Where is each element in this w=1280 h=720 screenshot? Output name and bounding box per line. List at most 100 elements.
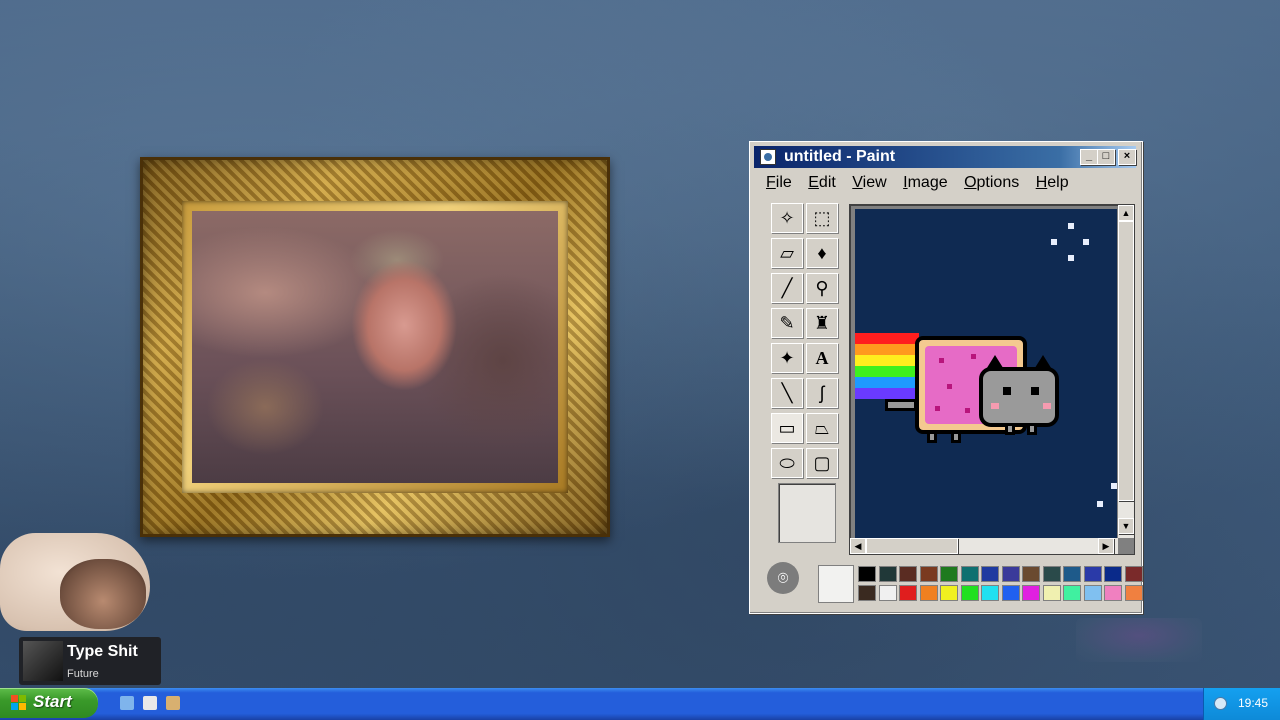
current-colors[interactable] [818, 565, 854, 603]
quick-launch-ie-icon[interactable] [120, 696, 134, 710]
rainbow-yellow [855, 355, 919, 366]
horizontal-scroll-thumb[interactable] [866, 538, 958, 554]
palette-swatch[interactable] [960, 585, 979, 601]
polygon-icon[interactable]: ⏢ [806, 413, 838, 443]
start-button[interactable]: Start [0, 688, 98, 718]
menu-edit[interactable]: Edit [808, 174, 836, 192]
palette-swatch[interactable] [960, 566, 979, 582]
menu-options[interactable]: Options [964, 174, 1019, 192]
palette-swatch[interactable] [981, 566, 999, 582]
star-pixel [1111, 483, 1117, 489]
palette-swatch[interactable] [1001, 585, 1020, 601]
cat-cheek [991, 403, 999, 409]
song-artist: Future [67, 668, 99, 680]
maximize-button[interactable]: □ [1097, 149, 1115, 165]
eraser-icon[interactable]: ▱ [771, 238, 803, 268]
close-button[interactable]: × [1118, 149, 1136, 165]
scroll-left-icon[interactable]: ◀ [850, 538, 866, 554]
drawing-canvas[interactable] [855, 209, 1117, 540]
palette-swatch[interactable] [1022, 585, 1040, 601]
rainbow-purple [855, 388, 919, 399]
palette-swatch[interactable] [1104, 566, 1122, 582]
magnifier-icon[interactable]: ⚲ [806, 273, 838, 303]
menu-view[interactable]: View [852, 174, 886, 192]
palette-swatch[interactable] [858, 566, 876, 582]
curve-icon[interactable]: ʃ [806, 378, 838, 408]
palette-swatch[interactable] [919, 585, 938, 601]
cat-eye [1031, 387, 1039, 395]
palette-swatch[interactable] [1042, 566, 1061, 582]
rainbow-green [855, 366, 919, 377]
start-label: Start [33, 692, 72, 711]
star-pixel [1083, 239, 1089, 245]
rainbow-red [855, 333, 919, 344]
blurred-sprite [1076, 618, 1202, 662]
paint-app-icon[interactable] [760, 149, 776, 165]
menu-bar: File Edit View Image Options Help [754, 174, 1136, 196]
palette-swatch[interactable] [1001, 566, 1020, 582]
palette-swatch[interactable] [1063, 566, 1081, 582]
quick-launch-media-icon[interactable] [166, 696, 180, 710]
palette-swatch[interactable] [899, 566, 917, 582]
sprinkle [971, 354, 976, 359]
screenshot-lens-icon[interactable]: ⌾ [767, 562, 799, 594]
horizontal-scrollbar[interactable]: ◀ ▶ [850, 538, 1118, 554]
rect-select-icon[interactable]: ⬚ [806, 203, 838, 233]
ellipse-icon[interactable]: ⬭ [771, 448, 803, 478]
now-playing-widget: Type Shit Future [19, 637, 161, 685]
song-title: Type Shit [67, 643, 138, 660]
palette-swatch[interactable] [1042, 585, 1061, 601]
menu-file[interactable]: File [766, 174, 792, 192]
free-select-icon[interactable]: ✧ [771, 203, 803, 233]
line-icon[interactable]: ╲ [771, 378, 803, 408]
sprinkle [935, 406, 940, 411]
palette-swatch[interactable] [878, 585, 897, 601]
tool-options-box[interactable] [778, 483, 836, 543]
paint-window: untitled - Paint _ □ × File Edit View Im… [749, 141, 1143, 614]
color-palette: ⌾ [767, 560, 1143, 608]
palette-swatch[interactable] [1124, 585, 1143, 601]
window-title: untitled - Paint [784, 148, 896, 165]
pencil-icon[interactable]: ✎ [771, 308, 803, 338]
menu-image[interactable]: Image [903, 174, 947, 192]
quick-launch-desktop-icon[interactable] [143, 696, 157, 710]
color-picker-icon[interactable]: ╱ [771, 273, 803, 303]
fill-bucket-icon[interactable]: ♦ [806, 238, 838, 268]
palette-swatch[interactable] [1022, 566, 1040, 582]
scroll-up-icon[interactable]: ▲ [1118, 205, 1134, 221]
star-pixel [1068, 223, 1074, 229]
palette-swatch[interactable] [899, 585, 917, 601]
airbrush-icon[interactable]: ✦ [771, 343, 803, 373]
palette-swatch[interactable] [878, 566, 897, 582]
canvas-area: ▲ ▼ ◀ ▶ [849, 204, 1135, 555]
minimize-button[interactable]: _ [1080, 149, 1098, 165]
scroll-down-icon[interactable]: ▼ [1118, 518, 1134, 534]
rainbow-orange [855, 344, 919, 355]
palette-swatch[interactable] [1124, 566, 1143, 582]
palette-swatch[interactable] [1083, 566, 1102, 582]
rounded-rectangle-icon[interactable]: ▢ [806, 448, 838, 478]
palette-swatch[interactable] [858, 585, 876, 601]
palette-swatch[interactable] [919, 566, 938, 582]
text-tool-icon[interactable]: A [806, 343, 838, 373]
frame-mat [182, 201, 568, 493]
vertical-scrollbar[interactable]: ▲ ▼ [1118, 205, 1134, 538]
sprinkle [965, 408, 970, 413]
windows-logo-icon [11, 695, 27, 711]
palette-swatch[interactable] [940, 585, 958, 601]
system-tray: 19:45 [1203, 688, 1280, 720]
palette-swatch[interactable] [1083, 585, 1102, 601]
taskbar: Start 19:45 [0, 688, 1280, 720]
vertical-scroll-thumb[interactable] [1118, 221, 1134, 501]
rectangle-icon[interactable]: ▭ [771, 413, 803, 443]
title-bar[interactable]: untitled - Paint _ □ × [754, 146, 1136, 168]
palette-swatch[interactable] [1063, 585, 1081, 601]
scroll-right-icon[interactable]: ▶ [1098, 538, 1114, 554]
menu-help[interactable]: Help [1036, 174, 1069, 192]
brush-icon[interactable]: ♜ [806, 308, 838, 338]
palette-swatch[interactable] [940, 566, 958, 582]
palette-swatch[interactable] [981, 585, 999, 601]
palette-swatch[interactable] [1104, 585, 1122, 601]
star-pixel [1097, 501, 1103, 507]
tray-network-icon[interactable] [1214, 697, 1227, 710]
